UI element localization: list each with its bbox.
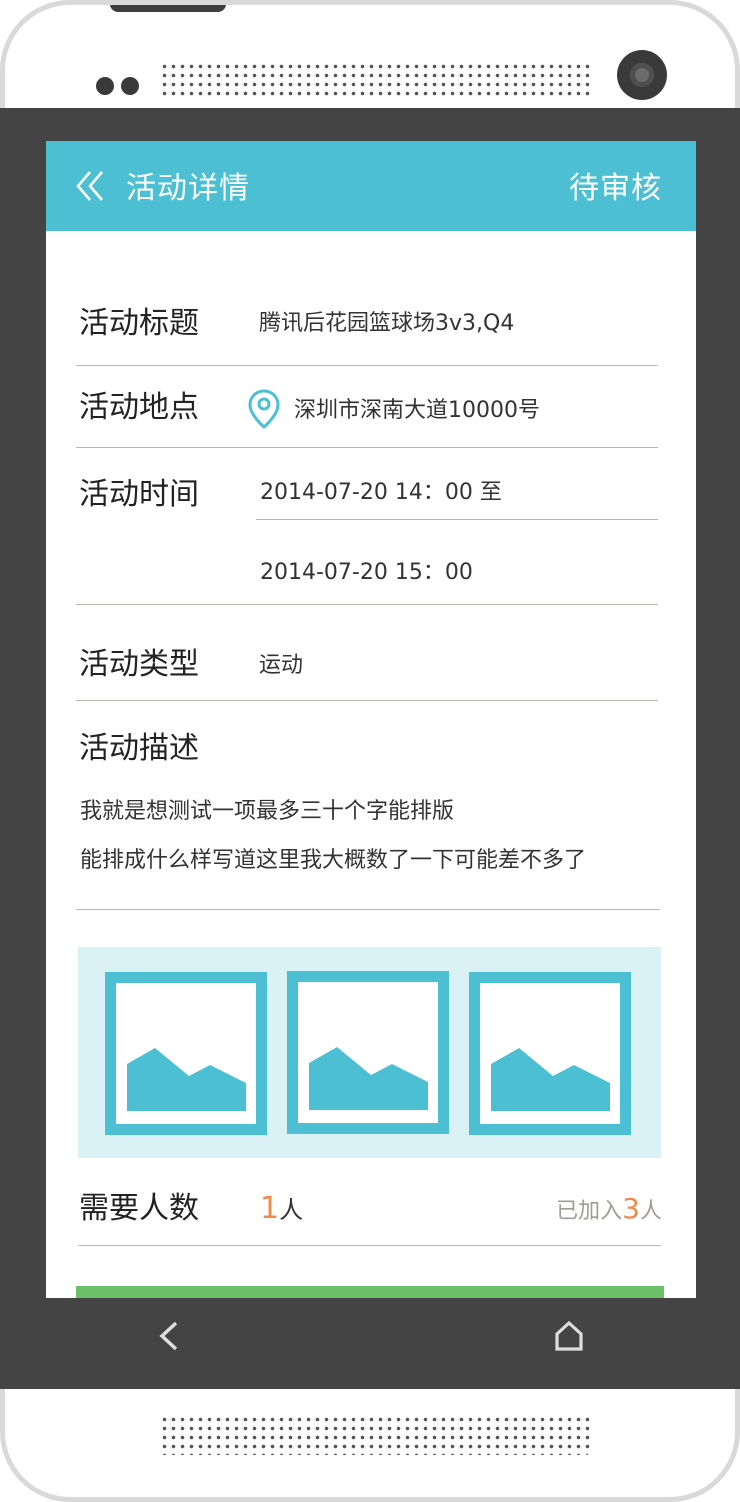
image-placeholder-icon[interactable] bbox=[287, 971, 449, 1134]
top-app-bar: 活动详情 待审核 bbox=[46, 141, 696, 231]
image-placeholder-icon[interactable] bbox=[105, 972, 267, 1135]
page-title: 活动详情 bbox=[126, 171, 250, 206]
nav-home-icon[interactable] bbox=[552, 1318, 586, 1354]
people-needed-count: 1 bbox=[260, 1191, 280, 1226]
activity-type-value: 运动 bbox=[259, 653, 304, 678]
activity-location-value: 深圳市深南大道10000号 bbox=[294, 398, 540, 423]
people-needed-value: 1人 bbox=[260, 1189, 303, 1230]
top-speaker-grille bbox=[160, 62, 590, 98]
back-button[interactable] bbox=[74, 163, 106, 209]
divider bbox=[76, 909, 660, 910]
activity-type-label: 活动类型 bbox=[79, 647, 199, 682]
activity-location-label: 活动地点 bbox=[79, 390, 199, 425]
divider bbox=[76, 365, 658, 366]
activity-title-value: 腾讯后花园篮球场3v3,Q4 bbox=[259, 311, 515, 336]
double-chevron-left-icon bbox=[76, 171, 103, 201]
activity-description-line: 我就是想测试一项最多三十个字能排版 bbox=[80, 799, 455, 824]
divider bbox=[76, 604, 658, 605]
people-joined-count: 3 bbox=[622, 1192, 640, 1225]
activity-time-end: 2014-07-20 15：00 bbox=[260, 560, 473, 585]
divider bbox=[76, 447, 658, 448]
phone-sensor-dot bbox=[96, 77, 114, 95]
people-needed-label: 需要人数 bbox=[79, 1191, 199, 1226]
activity-time-label: 活动时间 bbox=[79, 477, 199, 512]
activity-time-start: 2014-07-20 14：00 至 bbox=[260, 480, 502, 505]
image-gallery bbox=[78, 947, 661, 1158]
bottom-speaker-grille bbox=[160, 1415, 590, 1455]
activity-title-label: 活动标题 bbox=[79, 306, 199, 341]
divider bbox=[256, 519, 658, 520]
app-screen: 活动详情 待审核 活动标题 腾讯后花园篮球场3v3,Q4 活动地点 深圳市深南大… bbox=[46, 141, 696, 1298]
people-joined-unit: 人 bbox=[639, 1199, 662, 1224]
image-placeholder-icon[interactable] bbox=[469, 972, 631, 1135]
people-needed-unit: 人 bbox=[279, 1196, 304, 1224]
activity-description-label: 活动描述 bbox=[79, 731, 199, 766]
divider bbox=[76, 700, 658, 701]
activity-description-line: 能排成什么样写道这里我大概数了一下可能差不多了 bbox=[80, 848, 587, 873]
location-pin-icon bbox=[248, 389, 280, 429]
divider bbox=[78, 1245, 661, 1246]
status-badge: 待审核 bbox=[569, 171, 662, 206]
phone-top-button bbox=[110, 5, 226, 12]
phone-sensor-dot bbox=[121, 77, 139, 95]
front-camera bbox=[617, 50, 667, 100]
people-joined-prefix: 已加入 bbox=[556, 1199, 623, 1224]
people-joined: 已加入3人 bbox=[556, 1189, 662, 1232]
nav-back-icon[interactable] bbox=[150, 1318, 186, 1354]
action-button[interactable] bbox=[76, 1286, 664, 1298]
